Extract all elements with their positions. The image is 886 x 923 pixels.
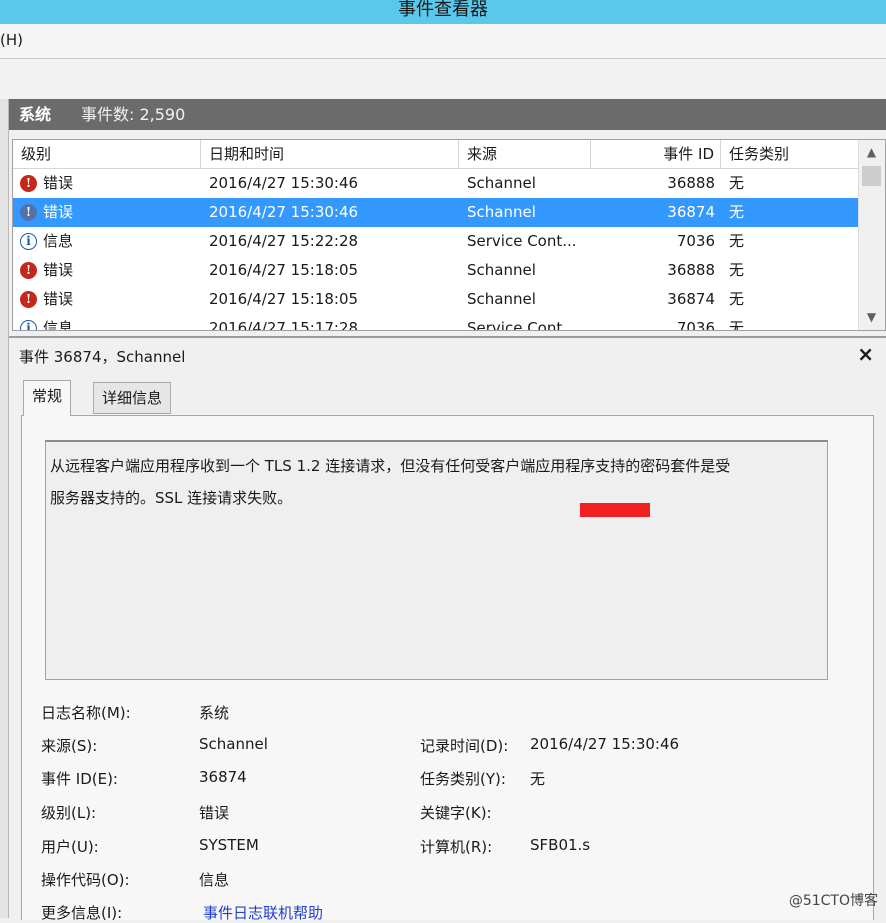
column-header-source[interactable]: 来源 xyxy=(459,140,591,168)
navigation-pane-edge xyxy=(0,99,9,918)
tab-general[interactable]: 常规 xyxy=(23,380,72,416)
row-datetime: 2016/4/27 15:18:05 xyxy=(209,261,359,279)
row-datetime: 2016/4/27 15:22:28 xyxy=(209,232,359,250)
column-header-datetime[interactable]: 日期和时间 xyxy=(201,140,459,168)
event-id-label: 事件 ID(E): xyxy=(41,770,118,788)
log-name-label: 日志名称(M): xyxy=(41,704,131,722)
row-datetime: 2016/4/27 15:17:28 xyxy=(209,319,359,331)
row-level: 错误 xyxy=(43,261,74,279)
task-category-value: 无 xyxy=(530,770,546,788)
user-label: 用户(U): xyxy=(41,838,99,856)
event-list-scrollbar[interactable]: ▲ ▼ xyxy=(858,140,885,330)
menubar: (H) xyxy=(0,24,886,59)
info-icon: i xyxy=(20,320,37,330)
row-level: 信息 xyxy=(43,319,74,331)
row-task: 无 xyxy=(729,203,745,221)
tab-details[interactable]: 详细信息 xyxy=(93,382,172,414)
description-line: 从远程客户端应用程序收到一个 TLS 1.2 连接请求，但没有任何受客户端应用程… xyxy=(50,457,731,475)
row-source: Schannel xyxy=(467,290,536,308)
row-event-id: 36874 xyxy=(667,290,715,308)
menu-help[interactable]: (H) xyxy=(0,31,23,49)
logged-value: 2016/4/27 15:30:46 xyxy=(530,735,680,753)
row-datetime: 2016/4/27 15:30:46 xyxy=(209,203,359,221)
event-row[interactable]: ! 错误 2016/4/27 15:18:05 Schannel 36874 无 xyxy=(13,285,859,314)
event-id-value: 36874 xyxy=(199,768,247,786)
level-label: 级别(L): xyxy=(41,804,97,822)
close-icon[interactable]: × xyxy=(857,342,874,366)
redaction-bar xyxy=(580,503,650,517)
more-info-label: 更多信息(I): xyxy=(41,904,123,922)
event-row[interactable]: ! 错误 2016/4/27 15:30:46 Schannel 36888 无 xyxy=(13,169,859,198)
column-header-event-id[interactable]: 事件 ID xyxy=(591,140,721,168)
scroll-up-icon[interactable]: ▲ xyxy=(863,144,880,161)
event-list: 级别 日期和时间 来源 事件 ID 任务类别 ! 错误 2016/4/27 15… xyxy=(12,139,886,331)
error-icon: ! xyxy=(20,262,37,279)
row-source: Service Cont... xyxy=(467,319,577,331)
error-icon: ! xyxy=(20,175,37,192)
row-task: 无 xyxy=(729,319,745,331)
description-line: 服务器支持的。SSL 连接请求失败。 xyxy=(50,489,293,507)
detail-title: 事件 36874，Schannel xyxy=(19,348,186,366)
scroll-thumb[interactable] xyxy=(862,166,881,186)
row-datetime: 2016/4/27 15:18:05 xyxy=(209,290,359,308)
row-level: 错误 xyxy=(43,290,74,308)
window-titlebar: 事件查看器 xyxy=(0,0,886,24)
row-level: 错误 xyxy=(43,203,74,221)
task-category-label: 任务类别(Y): xyxy=(420,770,506,788)
row-level: 信息 xyxy=(43,232,74,250)
row-source: Schannel xyxy=(467,174,536,192)
event-description[interactable]: 从远程客户端应用程序收到一个 TLS 1.2 连接请求，但没有任何受客户端应用程… xyxy=(45,440,828,680)
row-source: Schannel xyxy=(467,261,536,279)
online-help-link[interactable]: 事件日志联机帮助 xyxy=(203,902,323,923)
watermark: @51CTO博客 xyxy=(788,893,878,909)
event-list-header: 级别 日期和时间 来源 事件 ID 任务类别 xyxy=(13,140,859,169)
toolbar xyxy=(0,59,886,99)
row-source: Schannel xyxy=(467,203,536,221)
computer-value: SFB01.s xyxy=(530,836,591,854)
opcode-value: 信息 xyxy=(199,871,230,889)
column-header-task-category[interactable]: 任务类别 xyxy=(721,140,859,168)
row-level: 错误 xyxy=(43,174,74,192)
source-label: 来源(S): xyxy=(41,737,98,755)
row-task: 无 xyxy=(729,261,745,279)
error-icon: ! xyxy=(20,291,37,308)
window-title: 事件查看器 xyxy=(398,0,488,20)
log-name: 系统 xyxy=(19,105,52,124)
row-event-id: 36874 xyxy=(667,203,715,221)
event-row[interactable]: i 信息 2016/4/27 15:17:28 Service Cont... … xyxy=(13,314,859,331)
keywords-label: 关键字(K): xyxy=(420,804,492,822)
row-event-id: 36888 xyxy=(667,174,715,192)
row-event-id: 7036 xyxy=(676,319,715,331)
row-source: Service Cont... xyxy=(467,232,577,250)
event-detail-pane: 事件 36874，Schannel × 常规 详细信息 从远程客户端应用程序收到… xyxy=(9,336,886,923)
row-task: 无 xyxy=(729,232,745,250)
log-header: 系统 事件数: 2,590 xyxy=(9,99,886,130)
row-datetime: 2016/4/27 15:30:46 xyxy=(209,174,359,192)
row-task: 无 xyxy=(729,290,745,308)
log-name-value: 系统 xyxy=(199,704,230,722)
source-value: Schannel xyxy=(199,735,268,753)
event-row[interactable]: ! 错误 2016/4/27 15:18:05 Schannel 36888 无 xyxy=(13,256,859,285)
scroll-down-icon[interactable]: ▼ xyxy=(863,309,880,326)
row-event-id: 36888 xyxy=(667,261,715,279)
event-count: 事件数: 2,590 xyxy=(81,105,186,124)
user-value: SYSTEM xyxy=(199,836,259,854)
logged-label: 记录时间(D): xyxy=(420,737,509,755)
event-row[interactable]: i 信息 2016/4/27 15:22:28 Service Cont... … xyxy=(13,227,859,256)
general-tab-panel: 从远程客户端应用程序收到一个 TLS 1.2 连接请求，但没有任何受客户端应用程… xyxy=(21,415,874,923)
error-icon: ! xyxy=(20,204,37,221)
row-task: 无 xyxy=(729,174,745,192)
info-icon: i xyxy=(20,233,37,250)
level-value: 错误 xyxy=(199,804,230,822)
row-event-id: 7036 xyxy=(676,232,715,250)
computer-label: 计算机(R): xyxy=(420,838,493,856)
event-row-selected[interactable]: ! 错误 2016/4/27 15:30:46 Schannel 36874 无 xyxy=(13,198,859,227)
column-header-level[interactable]: 级别 xyxy=(13,140,201,168)
opcode-label: 操作代码(O): xyxy=(41,871,130,889)
